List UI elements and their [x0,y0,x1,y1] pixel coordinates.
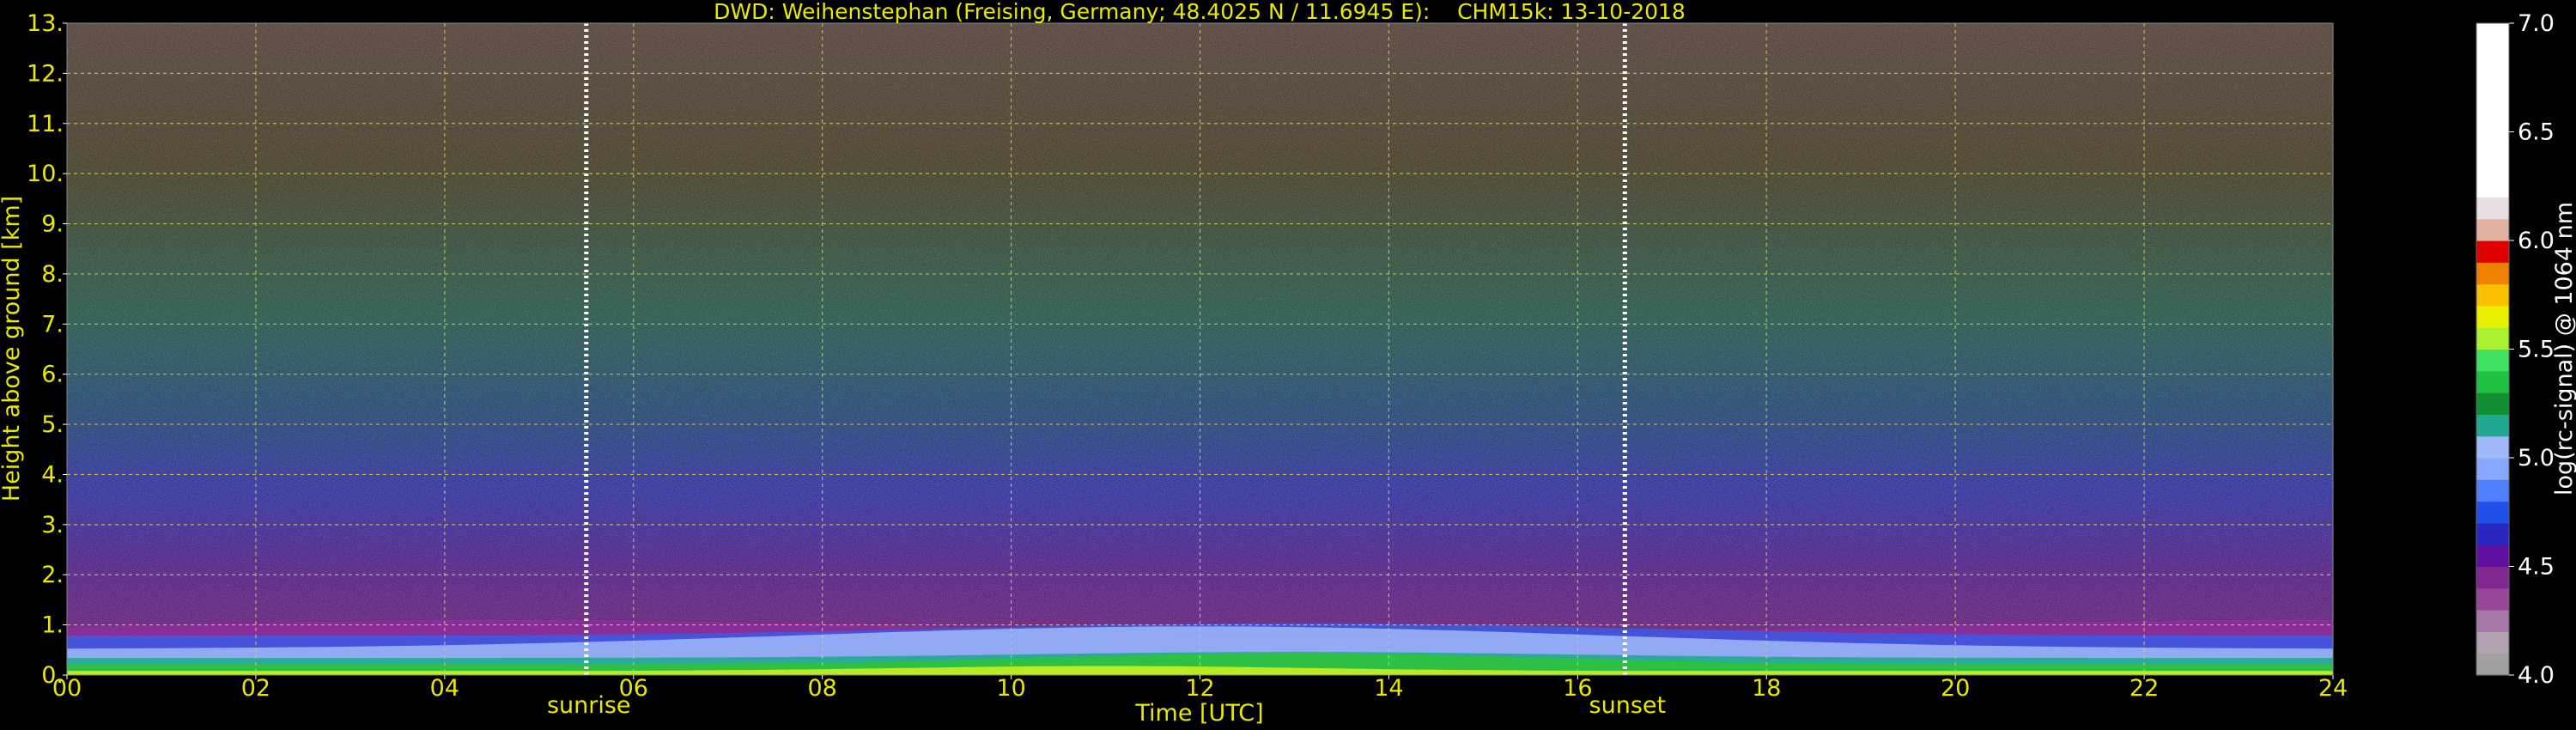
y-tick-label: 13. [27,10,64,37]
y-tick-label: 3. [41,512,64,538]
colorbar-segment [2476,479,2509,502]
x-tick-label: 04 [430,675,459,702]
colorbar-segment [2476,435,2509,459]
annotation-label: sunset [1589,692,1667,719]
y-tick-label: 0. [41,662,64,689]
y-tick-label: 1. [41,612,64,639]
colorbar-tick-label: 7.0 [2518,10,2555,37]
colorbar-segment [2476,587,2509,611]
x-tick-label: 20 [1941,675,1970,702]
x-tick-label: 16 [1563,675,1592,702]
colorbar-segment [2476,370,2509,393]
colorbar-segment [2476,327,2509,350]
colorbar-segments [2476,23,2509,676]
x-axis-label: Time [UTC] [1134,700,1263,727]
annotations: sunrise sunset [547,692,1666,719]
colorbar-label: log(rc-signal) @ 1064 nm [2551,202,2576,496]
y-tick-label: 10. [27,161,64,187]
colorbar: 4.0 4.5 5.0 5.5 6.0 6.5 7.0 log(rc-signal) @ 1… [2476,10,2576,689]
y-tick-label: 4. [41,461,64,488]
colorbar-tick-label: 5.0 [2518,445,2555,471]
colorbar-segment [2476,283,2509,307]
colorbar-segment [2476,566,2509,589]
colorbar-segment [2476,240,2509,263]
colorbar-segment [2476,305,2509,328]
colorbar-tick-label: 5.5 [2518,337,2555,363]
chart-title: DWD: Weihenstephan (Freising, Germany; 4… [714,0,1686,24]
colorbar-segment [2476,653,2509,676]
y-tick-label: 9. [41,211,64,238]
colorbar-segment [2476,544,2509,568]
x-tick-label: 24 [2318,675,2348,702]
colorbar-ticks: 4.0 4.5 5.0 5.5 6.0 6.5 7.0 [2509,10,2555,689]
x-tick-label: 18 [1752,675,1781,702]
x-tick-label: 08 [807,675,836,702]
colorbar-tick-label: 4.5 [2518,554,2555,581]
colorbar-segment [2476,610,2509,632]
x-tick-label: 14 [1374,675,1403,702]
lidar-backscatter-chart: 00 02 04 06 08 10 12 14 16 18 20 22 24 0.1.2.3.4.5.6… [0,0,2576,727]
y-tick-label: 12. [27,60,64,87]
colorbar-segment [2476,349,2509,372]
colorbar-segment [2476,262,2509,285]
x-tick-label: 10 [996,675,1025,702]
y-tick-label: 7. [41,311,64,338]
y-tick-label: 5. [41,411,64,438]
x-tick-label: 12 [1185,675,1214,702]
x-axis-ticks: 00 02 04 06 08 10 12 14 16 18 20 22 24 [52,675,2348,702]
x-tick-label: 02 [241,675,270,702]
y-axis-label: Height above ground [km] [0,196,25,502]
colorbar-tick-label: 6.5 [2518,119,2555,146]
colorbar-segment [2476,631,2509,654]
colorbar-segment [2476,197,2509,220]
annotation-label: sunrise [547,692,631,719]
y-tick-label: 6. [41,362,64,388]
y-tick-label: 2. [41,562,64,588]
y-axis-ticks: 0. 1. 2. 3. 4. 5. 6. 7. 8. 9. 10. 11. 12. 13. [27,10,67,689]
colorbar-tick-label: 6.0 [2518,228,2555,254]
x-tick-label: 22 [2129,675,2159,702]
y-tick-label: 8. [41,261,64,288]
plot-area [67,23,2333,675]
colorbar-segment [2476,23,2509,198]
colorbar-segment [2476,522,2509,545]
colorbar-segment [2476,458,2509,480]
colorbar-segment [2476,501,2509,524]
colorbar-segment [2476,392,2509,415]
colorbar-segment [2476,218,2509,241]
colorbar-tick-label: 4.0 [2518,662,2555,689]
colorbar-segment [2476,414,2509,437]
y-tick-label: 11. [27,111,64,137]
